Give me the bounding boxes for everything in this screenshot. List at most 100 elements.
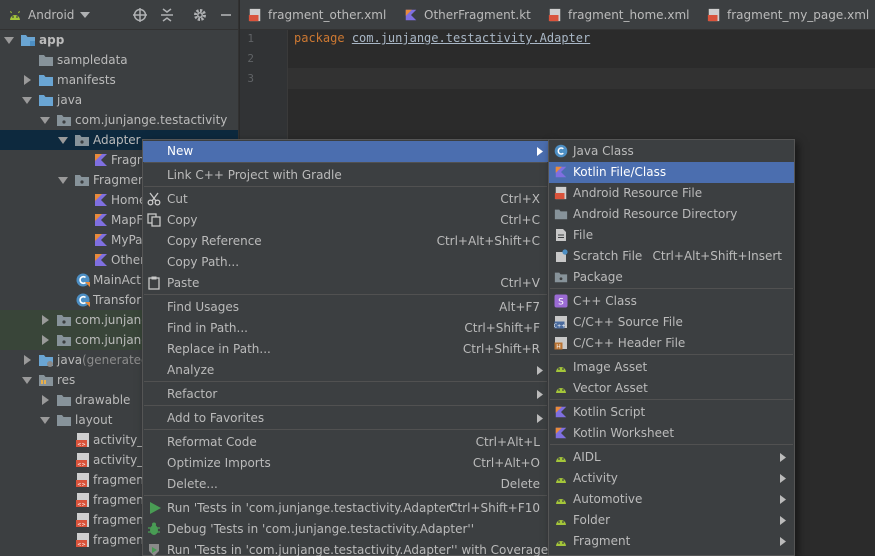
collapsed-arrow-icon[interactable] [40,334,50,346]
project-view-label: Android [28,8,75,22]
cpp-class-icon: S [554,294,568,308]
submenu-item-package[interactable]: Package [549,267,794,288]
menu-item-label: Analyze [167,363,215,377]
menu-item-new[interactable]: New [143,141,548,162]
menu-item-label: Copy [167,213,198,227]
submenu-item-scratch-file[interactable]: Scratch File Ctrl+Alt+Shift+Insert [549,246,794,267]
expanded-arrow-icon[interactable] [40,114,50,126]
gear-icon[interactable] [192,7,208,23]
expanded-arrow-icon[interactable] [58,174,68,186]
menu-item-copy[interactable]: Copy Ctrl+C [143,210,548,231]
menu-item-add-to-favorites[interactable]: Add to Favorites [143,408,548,429]
menu-item-find-usages[interactable]: Find Usages Alt+F7 [143,297,548,318]
project-view-dropdown[interactable]: Android [8,7,91,23]
svg-text:<>: <> [77,482,85,488]
collapsed-arrow-icon[interactable] [40,314,50,326]
line-number: 2 [247,52,254,65]
submenu-item-file[interactable]: File [549,225,794,246]
submenu-item-aidl[interactable]: AIDL [549,447,794,468]
submenu-item-android-resource-directory[interactable]: Android Resource Directory [549,204,794,225]
submenu-arrow-icon [537,147,543,156]
menu-item-label: Copy Reference [167,234,262,248]
line-number: 3 [247,72,254,85]
menu-item-copy-path[interactable]: Copy Path... [143,252,548,273]
xml-file-icon: <> [76,513,89,528]
tree-item-label: Adapter [93,133,141,147]
collapse-all-icon[interactable] [159,7,175,23]
menu-separator [144,381,547,382]
submenu-item-kotlin-file-class[interactable]: Kotlin File/Class [549,162,794,183]
locate-icon[interactable] [132,7,148,23]
expanded-arrow-icon[interactable] [22,94,32,106]
submenu-item-cpp-source-file[interactable]: C++ C/C++ Source File [549,312,794,333]
menu-item-analyze[interactable]: Analyze [143,360,548,381]
collapsed-arrow-icon[interactable] [22,74,32,86]
tree-item-label: sampledata [57,53,128,67]
menu-item-replace-in-path[interactable]: Replace in Path... Ctrl+Shift+R [143,339,548,360]
menu-item-label: C/C++ Header File [573,336,686,350]
menu-item-optimize-imports[interactable]: Optimize Imports Ctrl+Alt+O [143,453,548,474]
menu-item-shortcut: Ctrl+V [500,276,540,290]
submenu-item-vector-asset[interactable]: Vector Asset [549,378,794,399]
submenu-item-fragment[interactable]: Fragment [549,531,794,552]
menu-item-shortcut: Ctrl+Shift+F [464,321,540,335]
android-icon [556,541,566,546]
menu-item-label: Replace in Path... [167,342,271,356]
tree-item-sampledata[interactable]: sampledata [0,50,238,70]
submenu-item-cpp-header-file[interactable]: H C/C++ Header File [549,333,794,354]
menu-item-link-cpp[interactable]: Link C++ Project with Gradle [143,165,548,186]
xml-file-icon [548,8,561,22]
menu-item-find-in-path[interactable]: Find in Path... Ctrl+Shift+F [143,318,548,339]
tab-fragment-my-page[interactable]: fragment_my_page.xml [699,0,875,30]
expanded-arrow-icon[interactable] [40,414,50,426]
tab-fragment-home[interactable]: fragment_home.xml [540,0,699,30]
menu-item-run-tests[interactable]: Run 'Tests in 'com.junjange.testactivity… [143,498,548,519]
kotlin-file-icon [95,194,107,206]
menu-item-shortcut: Ctrl+Alt+Shift+C [436,234,540,248]
collapsed-arrow-icon[interactable] [40,394,50,406]
expanded-arrow-icon[interactable] [58,134,68,146]
tab-label: fragment_other.xml [268,8,387,22]
submenu-item-cpp-class[interactable]: S C++ Class [549,291,794,312]
submenu-item-java-class[interactable]: Java Class [549,141,794,162]
menu-item-refactor[interactable]: Refactor [143,384,548,405]
android-icon [556,478,566,483]
xml-file-icon: <> [76,533,89,548]
folder-icon [57,395,71,406]
tree-item-app[interactable]: app [0,30,238,50]
tab-otherfragment[interactable]: OtherFragment.kt [396,0,540,30]
tree-item-package[interactable]: com.junjange.testactivity [0,110,238,130]
submenu-item-android-resource-file[interactable]: Android Resource File [549,183,794,204]
resource-folder-icon [39,375,53,386]
menu-item-cut[interactable]: Cut Ctrl+X [143,189,548,210]
code-line-package[interactable]: package com.junjange.testactivity.Adapte… [294,31,590,45]
menu-item-paste[interactable]: Paste Ctrl+V [143,273,548,294]
expanded-arrow-icon[interactable] [22,374,32,386]
menu-item-reformat-code[interactable]: Reformat Code Ctrl+Alt+L [143,432,548,453]
xml-file-icon [248,8,261,22]
submenu-item-automotive[interactable]: Automotive [549,489,794,510]
menu-item-debug-tests[interactable]: Debug 'Tests in 'com.junjange.testactivi… [143,519,548,540]
tree-item-java[interactable]: java [0,90,238,110]
submenu-item-image-asset[interactable]: Image Asset [549,357,794,378]
collapsed-arrow-icon[interactable] [22,354,32,366]
tree-item-label: res [57,373,76,387]
tab-fragment-other[interactable]: fragment_other.xml [240,0,396,30]
submenu-item-kotlin-worksheet[interactable]: Kotlin Worksheet [549,423,794,444]
tree-item-manifests[interactable]: manifests [0,70,238,90]
menu-item-label: Folder [573,513,611,527]
menu-separator [144,495,547,496]
menu-separator [550,354,793,355]
android-icon [556,457,566,462]
menu-item-run-with-coverage[interactable]: Run 'Tests in 'com.junjange.testactivity… [143,540,548,556]
submenu-item-activity[interactable]: Activity [549,468,794,489]
submenu-arrow-icon [537,414,543,423]
menu-item-delete[interactable]: Delete... Delete [143,474,548,495]
minimize-icon[interactable] [218,7,234,23]
expanded-arrow-icon[interactable] [4,34,14,46]
menu-item-copy-reference[interactable]: Copy Reference Ctrl+Alt+Shift+C [143,231,548,252]
submenu-item-folder[interactable]: Folder [549,510,794,531]
menu-item-label: C++ Class [573,294,637,308]
submenu-item-kotlin-script[interactable]: Kotlin Script [549,402,794,423]
scratch-file-icon [556,249,568,262]
